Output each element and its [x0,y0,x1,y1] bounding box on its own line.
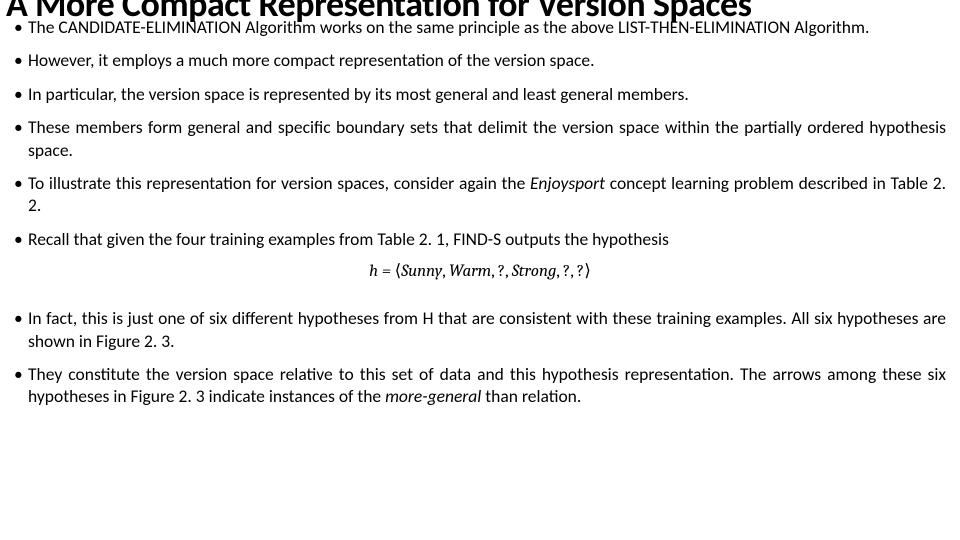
formula-sep: , [491,262,498,281]
bullet-text: than relation. [481,385,581,407]
bullet-item: Recall that given the four training exam… [14,228,946,250]
bullet-text-emphasis: Enjoysport [530,172,605,194]
bullet-list: In fact, this is just one of six differe… [14,307,946,408]
angle-close: ⟩ [584,262,591,281]
bullet-item: The CANDIDATE-ELIMINATION Algorithm work… [14,16,946,38]
bullet-item: In particular, the version space is repr… [14,83,946,105]
formula-term: Strong [512,262,557,281]
formula-lhs: h = [369,262,394,281]
bullet-text-emphasis: more-general [385,385,481,407]
formula-sep: , [505,262,512,281]
bullet-item: In fact, this is just one of six differe… [14,307,946,352]
bullet-item: To illustrate this representation for ve… [14,172,946,217]
formula-term: Sunny [401,262,442,281]
hypothesis-formula: h = ⟨Sunny, Warm, ?, Strong, ?, ?⟩ [369,262,591,281]
formula-sep: , [442,262,449,281]
bullet-item: However, it employs a much more compact … [14,49,946,71]
bullet-list: The CANDIDATE-ELIMINATION Algorithm work… [14,16,946,250]
formula-term: Warm [449,262,491,281]
slide-content: The CANDIDATE-ELIMINATION Algorithm work… [14,16,946,419]
bullet-text: To illustrate this representation for ve… [28,172,530,194]
bullet-item: They constitute the version space relati… [14,363,946,408]
formula-block: h = ⟨Sunny, Warm, ?, Strong, ?, ?⟩ [14,261,946,281]
bullet-item: These members form general and specific … [14,116,946,161]
